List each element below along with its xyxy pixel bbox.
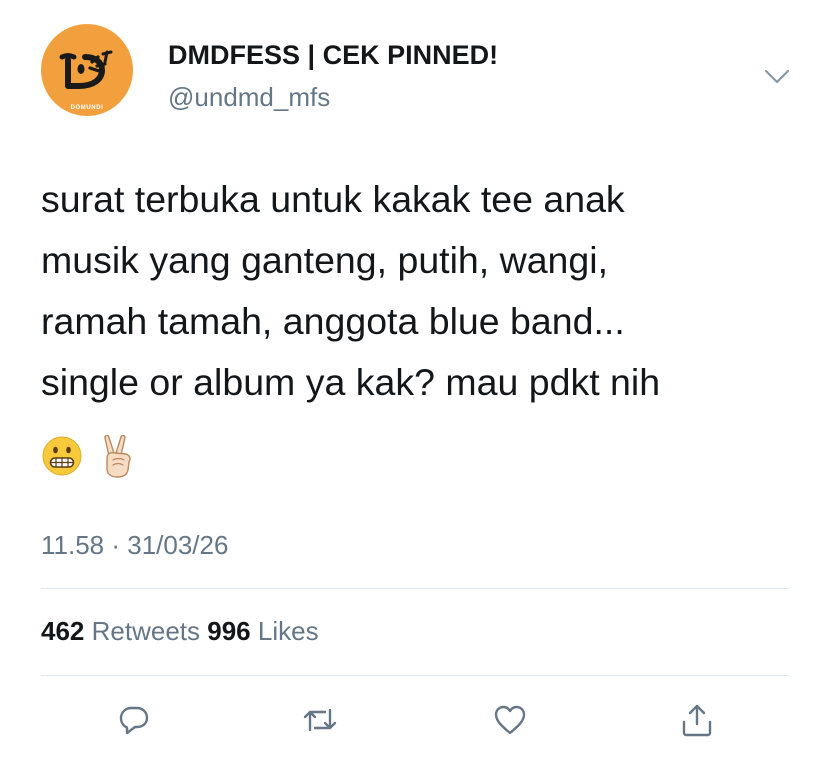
tweet-text-line: musik yang ganteng, putih, wangi,: [41, 239, 609, 281]
tweet-stats: 462 Retweets 996 Likes: [41, 616, 319, 647]
divider: [41, 675, 789, 676]
divider: [41, 588, 789, 589]
retweet-label[interactable]: Retweets: [92, 616, 200, 646]
tweet-text-line: single or album ya kak? mau pdkt nih: [41, 361, 661, 403]
domundi-logo-icon: [59, 50, 113, 89]
user-handle[interactable]: @undmd_mfs: [168, 82, 330, 113]
emoji-row: [41, 434, 135, 478]
chevron-down-icon[interactable]: [764, 68, 790, 86]
victory-hand-icon: [104, 434, 131, 478]
retweet-button[interactable]: [300, 700, 340, 740]
retweet-icon: [303, 708, 337, 732]
display-name[interactable]: DMDFESS | CEK PINNED!: [168, 40, 498, 71]
like-icon: [494, 705, 526, 735]
avatar-label: DOMUNDI: [70, 105, 104, 111]
like-button[interactable]: [490, 700, 530, 740]
retweet-count[interactable]: 462: [41, 616, 84, 646]
tweet-text-line: surat terbuka untuk kakak tee anak: [41, 178, 625, 220]
reply-icon: [119, 706, 149, 735]
reply-button[interactable]: [114, 700, 154, 740]
share-icon: [682, 704, 712, 737]
tweet-timestamp[interactable]: 11.58 · 31/03/26: [41, 530, 228, 561]
avatar[interactable]: DOMUNDI: [41, 24, 133, 116]
tweet-text: surat terbuka untuk kakak tee anak musik …: [41, 169, 801, 413]
share-button[interactable]: [677, 700, 717, 740]
like-label[interactable]: Likes: [258, 616, 319, 646]
tweet-text-line: ramah tamah, anggota blue band...: [41, 300, 625, 342]
grimacing-face-icon: [42, 436, 82, 476]
like-count[interactable]: 996: [207, 616, 250, 646]
